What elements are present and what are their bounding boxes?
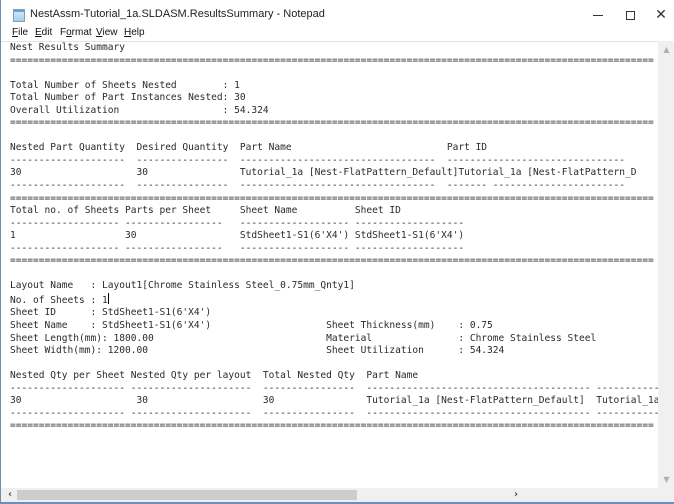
sheets-table-rule: ------------------- ----------------- --… (10, 217, 470, 229)
menu-bar: File Edit Format View Help (1, 27, 674, 41)
separator-double: ========================================… (10, 420, 654, 432)
menu-file[interactable]: File (12, 27, 28, 38)
parts-table-rule: -------------------- ---------------- --… (10, 180, 637, 192)
menu-help[interactable]: Help (124, 27, 145, 38)
summary-overall-utilization: Overall Utilization : 54.324 (10, 104, 269, 116)
sheets-table-row: 1 30 StdSheet1-S1(6'X4') StdSheet1-S1(6'… (10, 230, 465, 242)
separator-double: ========================================… (10, 192, 654, 204)
menu-help-label: elp (131, 27, 145, 38)
scroll-down-icon[interactable]: ▼ (658, 471, 674, 488)
layout-table-rule: -------------------- -------------------… (10, 382, 658, 394)
minimize-button[interactable] (581, 0, 615, 30)
menu-view[interactable]: View (96, 27, 118, 38)
menu-format-label: rmat (71, 27, 92, 38)
layout-name: Layout Name : Layout1[Chrome Stainless S… (10, 280, 355, 292)
text-editor[interactable]: Nest Results Summary ===================… (1, 41, 658, 489)
notepad-window: NestAssm-Tutorial_1a.SLDASM.ResultsSumma… (0, 0, 674, 504)
doc-title: Nest Results Summary (10, 42, 125, 53)
maximize-icon (625, 10, 635, 20)
title-bar[interactable]: NestAssm-Tutorial_1a.SLDASM.ResultsSumma… (1, 0, 674, 30)
scroll-right-icon[interactable]: › (509, 488, 523, 502)
scroll-up-icon[interactable]: ▲ (658, 41, 674, 58)
parts-table-header: Nested Part Quantity Desired Quantity Pa… (10, 142, 488, 154)
notepad-icon (13, 9, 25, 22)
layout-table-rule: -------------------- -------------------… (10, 407, 658, 419)
close-button[interactable]: ✕ (644, 0, 674, 30)
parts-table-row: 30 30 Tutorial_1a [Nest-FlatPattern_Defa… (10, 167, 637, 179)
size-grip[interactable] (658, 488, 674, 504)
sheets-table-header: Total no. of Sheets Parts per Sheet Shee… (10, 205, 401, 217)
horizontal-scroll-thumb[interactable] (17, 490, 357, 500)
layout-sheet-id: Sheet ID : StdSheet1-S1(6'X4') (10, 307, 212, 319)
menu-file-label: ile (18, 27, 29, 38)
text-caret (107, 292, 109, 304)
layout-sheet-length-material: Sheet Length(mm): 1800.00 Material : Chr… (10, 332, 597, 344)
sheets-table-rule: ------------------- ----------------- --… (10, 242, 470, 254)
minimize-icon (593, 14, 603, 16)
separator-double: ========================================… (10, 117, 654, 129)
maximize-button[interactable] (613, 0, 647, 30)
menu-edit[interactable]: Edit (35, 27, 52, 38)
vertical-scrollbar[interactable]: ▲ ▼ (658, 41, 674, 488)
parts-table-rule: -------------------- ---------------- --… (10, 154, 637, 166)
layout-table-header: Nested Qty per Sheet Nested Qty per layo… (10, 370, 419, 382)
menu-edit-accel: E (35, 27, 42, 38)
horizontal-scrollbar[interactable]: ‹ › (1, 488, 658, 504)
close-icon: ✕ (655, 7, 667, 23)
separator-double: ========================================… (10, 54, 654, 66)
layout-sheet-name-thickness: Sheet Name : StdSheet1-S1(6'X4') Sheet T… (10, 320, 493, 332)
layout-num-sheets: No. of Sheets : 1 (10, 292, 109, 306)
layout-table-row: 30 30 30 Tutorial_1a [Nest-FlatPattern_D… (10, 395, 658, 407)
separator-double: ========================================… (10, 255, 654, 267)
summary-total-sheets: Total Number of Sheets Nested : 1 (10, 79, 240, 91)
menu-view-label: iew (102, 27, 118, 38)
document-text[interactable]: Nest Results Summary ===================… (1, 42, 658, 433)
menu-edit-label: dit (41, 27, 53, 38)
summary-total-parts: Total Number of Part Instances Nested: 3… (10, 92, 246, 104)
window-title: NestAssm-Tutorial_1a.SLDASM.ResultsSumma… (30, 8, 325, 20)
layout-sheet-width-utilization: Sheet Width(mm): 1200.00 Sheet Utilizati… (10, 345, 505, 357)
scroll-left-icon[interactable]: ‹ (3, 488, 17, 502)
menu-format[interactable]: Format (60, 27, 92, 38)
